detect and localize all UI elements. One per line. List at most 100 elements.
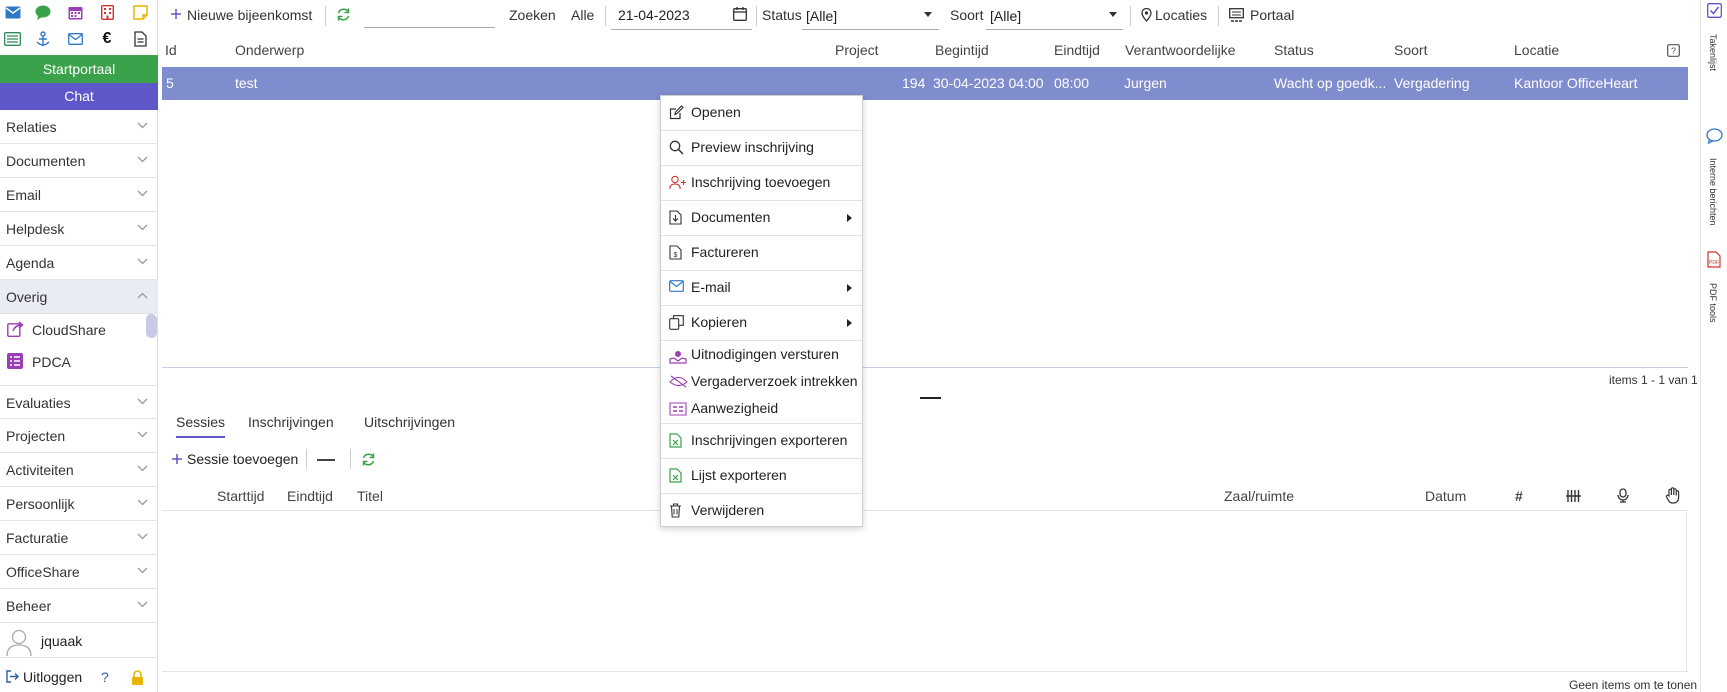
nav-persoonlijk[interactable]: Persoonlijk bbox=[0, 487, 158, 521]
menu-item-add-registration[interactable]: Inschrijving toevoegen bbox=[661, 166, 862, 200]
menu-item-export-list[interactable]: Lijst exporteren bbox=[661, 459, 862, 493]
anchor-icon[interactable] bbox=[34, 30, 52, 48]
messages-label[interactable]: Interne berichten bbox=[1708, 158, 1718, 226]
logout-link[interactable]: Uitloggen bbox=[23, 669, 82, 685]
chat-icon[interactable] bbox=[34, 3, 52, 21]
column-header-zaal[interactable]: Zaal/ruimte bbox=[1224, 488, 1294, 504]
nav-activiteiten[interactable]: Activiteiten bbox=[0, 453, 158, 487]
sub-item-label: PDCA bbox=[32, 354, 71, 370]
logout-icon[interactable] bbox=[6, 670, 20, 683]
table-row[interactable]: 5 test 194 30-04-2023 04:00 08:00 Jurgen… bbox=[162, 67, 1688, 100]
lock-icon[interactable] bbox=[131, 670, 144, 685]
column-header-eindtijd[interactable]: Eindtijd bbox=[287, 488, 333, 504]
menu-item-openen[interactable]: Openen bbox=[661, 96, 862, 130]
portal-button[interactable]: Portaal bbox=[1250, 0, 1294, 30]
startportaal-button[interactable]: Startportaal bbox=[0, 55, 158, 83]
list-icon[interactable] bbox=[3, 30, 21, 48]
nav-officeshare[interactable]: OfficeShare bbox=[0, 555, 158, 589]
nav-facturatie[interactable]: Facturatie bbox=[0, 521, 158, 555]
search-button[interactable]: Zoeken bbox=[509, 0, 556, 30]
status-select-value: [Alle] bbox=[806, 8, 838, 24]
cell-eindtijd: 08:00 bbox=[1054, 75, 1090, 91]
menu-item-invitations[interactable]: Uitnodigingen versturen bbox=[661, 341, 862, 369]
nav-agenda[interactable]: Agenda bbox=[0, 246, 158, 280]
nav-email[interactable]: Email bbox=[0, 178, 158, 212]
menu-item-documenten[interactable]: Documenten bbox=[661, 201, 862, 235]
chat-button[interactable]: Chat bbox=[0, 83, 158, 110]
column-header-begintijd[interactable]: Begintijd bbox=[935, 42, 989, 58]
messages-icon[interactable] bbox=[1706, 128, 1723, 144]
menu-item-attendance[interactable]: Aanwezigheid bbox=[661, 395, 862, 423]
nav-overig[interactable]: Overig bbox=[0, 280, 158, 314]
date-field[interactable]: 21-04-2023 bbox=[611, 0, 752, 30]
tasklist-label[interactable]: Takenlijst bbox=[1708, 34, 1718, 71]
menu-item-export-registrations[interactable]: Inschrijvingen exporteren bbox=[661, 424, 862, 458]
hand-icon[interactable] bbox=[1665, 487, 1681, 504]
nav-relaties[interactable]: Relaties bbox=[0, 110, 158, 144]
sidebar: € Startportaal Chat Relaties Documenten … bbox=[0, 0, 158, 692]
column-header-datum[interactable]: Datum bbox=[1425, 488, 1466, 504]
nav-evaluaties[interactable]: Evaluaties bbox=[0, 385, 158, 419]
menu-item-email[interactable]: E-mail bbox=[661, 271, 862, 305]
menu-item-verwijderen[interactable]: Verwijderen bbox=[661, 494, 862, 528]
column-header-eindtijd[interactable]: Eindtijd bbox=[1054, 42, 1100, 58]
menu-item-cancel-meeting[interactable]: Vergaderverzoek intrekken bbox=[661, 368, 862, 396]
nav-documenten[interactable]: Documenten bbox=[0, 144, 158, 178]
chevron-down-icon bbox=[137, 601, 148, 608]
menu-item-preview[interactable]: Preview inschrijving bbox=[661, 131, 862, 165]
note-icon[interactable] bbox=[131, 3, 149, 21]
building-icon[interactable] bbox=[98, 3, 116, 21]
envelope-icon[interactable] bbox=[66, 30, 84, 48]
nav-label: Email bbox=[6, 187, 42, 203]
menu-item-factureren[interactable]: $ Factureren bbox=[661, 236, 862, 270]
tab-sessies[interactable]: Sessies bbox=[176, 414, 226, 438]
sub-item-cloudshare[interactable]: CloudShare bbox=[0, 314, 145, 346]
microphone-icon[interactable] bbox=[1617, 488, 1629, 503]
column-header-verantwoordelijke[interactable]: Verantwoordelijke bbox=[1125, 42, 1236, 58]
nav-beheer[interactable]: Beheer bbox=[0, 589, 158, 623]
splitter-handle[interactable] bbox=[920, 397, 941, 399]
sub-item-pdca[interactable]: PDCA bbox=[0, 346, 145, 378]
column-header-soort[interactable]: Soort bbox=[1394, 42, 1427, 58]
refresh-icon[interactable] bbox=[361, 452, 376, 467]
user-row[interactable]: jquaak bbox=[0, 623, 158, 658]
column-header-onderwerp[interactable]: Onderwerp bbox=[235, 42, 304, 58]
euro-icon[interactable]: € bbox=[98, 30, 116, 48]
tab-uitschrijvingen[interactable]: Uitschrijvingen bbox=[364, 414, 455, 430]
remove-icon[interactable] bbox=[317, 459, 335, 461]
column-header-status[interactable]: Status bbox=[1274, 42, 1314, 58]
all-button[interactable]: Alle bbox=[571, 0, 594, 30]
status-select[interactable]: [Alle] bbox=[802, 0, 939, 30]
column-header-number[interactable]: # bbox=[1515, 488, 1523, 504]
column-header-id[interactable]: Id bbox=[165, 42, 177, 58]
tab-inschrijvingen[interactable]: Inschrijvingen bbox=[248, 414, 334, 430]
column-header-project[interactable]: Project bbox=[835, 42, 879, 58]
calendar-picker-icon[interactable] bbox=[733, 7, 747, 21]
pdf-tools-label[interactable]: PDF tools bbox=[1708, 283, 1718, 323]
sidebar-scrollbar[interactable] bbox=[146, 314, 157, 338]
calendar-icon[interactable] bbox=[66, 3, 84, 21]
menu-item-kopieren[interactable]: Kopieren bbox=[661, 306, 862, 340]
locations-button[interactable]: Locaties bbox=[1155, 0, 1207, 30]
plus-icon[interactable] bbox=[170, 8, 182, 20]
plus-icon[interactable] bbox=[171, 453, 183, 465]
search-input[interactable] bbox=[364, 4, 495, 28]
refresh-icon[interactable] bbox=[336, 7, 351, 22]
tasklist-icon[interactable] bbox=[1707, 3, 1722, 18]
column-help-icon[interactable]: ? bbox=[1667, 44, 1680, 57]
pdf-icon[interactable]: PDF bbox=[1707, 251, 1721, 268]
column-header-locatie[interactable]: Locatie bbox=[1514, 42, 1559, 58]
nav-helpdesk[interactable]: Helpdesk bbox=[0, 212, 158, 246]
help-link[interactable]: ? bbox=[101, 669, 109, 685]
mail-icon[interactable] bbox=[4, 3, 22, 21]
tally-icon[interactable] bbox=[1565, 489, 1582, 503]
add-session-button[interactable]: Sessie toevoegen bbox=[187, 451, 298, 467]
toolbar-divider bbox=[306, 449, 307, 469]
nav-projecten[interactable]: Projecten bbox=[0, 419, 158, 453]
column-header-starttijd[interactable]: Starttijd bbox=[217, 488, 264, 504]
new-meeting-button[interactable]: Nieuwe bijeenkomst bbox=[187, 0, 312, 30]
menu-item-label: Vergaderverzoek intrekken bbox=[691, 373, 858, 389]
column-header-titel[interactable]: Titel bbox=[357, 488, 383, 504]
soort-select[interactable]: [Alle] bbox=[986, 0, 1123, 30]
document-icon[interactable] bbox=[131, 30, 149, 48]
